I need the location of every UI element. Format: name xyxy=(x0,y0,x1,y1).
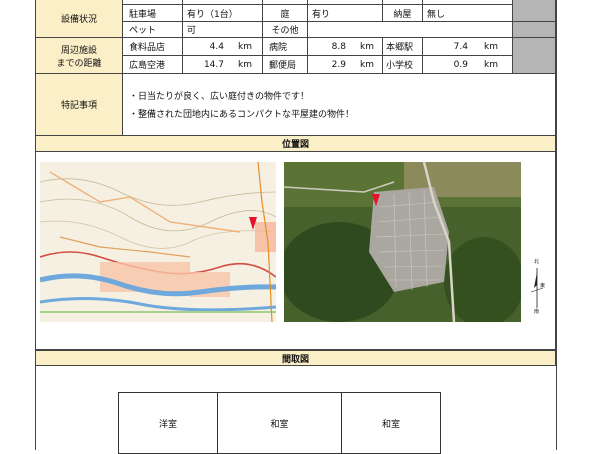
facility-distance: 14.7 xyxy=(203,59,224,70)
room-japanese: 和室 xyxy=(217,392,342,454)
nearby-header: 周辺施設 までの距離 xyxy=(36,38,123,74)
room-label: 和室 xyxy=(381,419,400,430)
floorplan-title: 間取図 xyxy=(281,354,309,365)
facility-distance-cell: 0.9 km xyxy=(423,56,513,74)
facility-unit: km xyxy=(360,41,374,52)
facility-distance-cell: 2.9 km xyxy=(308,56,383,74)
compass-south: 南 xyxy=(534,309,540,315)
remark-item: ・整備された団地内にあるコンパクトな平屋建の物件！ xyxy=(129,110,355,120)
remarks-header: 特記事項 xyxy=(36,74,123,136)
facility-name: 食料品店 xyxy=(129,43,166,53)
nearby-label-2: までの距離 xyxy=(56,58,102,69)
parking-value: 有り（1台） xyxy=(187,9,238,20)
other-label: その他 xyxy=(271,26,299,36)
garden-label-cell: 庭 xyxy=(263,5,308,22)
garden-value-cell: 有り xyxy=(308,5,383,22)
facility-name: 病院 xyxy=(269,43,288,53)
room-japanese: 和室 xyxy=(341,392,441,454)
compass-north: 北 xyxy=(534,259,540,265)
compass-arrow-icon xyxy=(530,268,544,308)
facility-unit: km xyxy=(360,59,374,70)
facility-unit: km xyxy=(238,59,252,70)
nearby-label-1: 周辺施設 xyxy=(60,45,97,56)
shed-value-cell: 無し xyxy=(423,5,513,22)
aerial-photo xyxy=(284,162,521,322)
facility-distance-cell: 14.7 km xyxy=(183,56,263,74)
floorplan-title-bar: 間取図 xyxy=(36,350,556,366)
remarks-body: ・日当たりが良く、広い庭付きの物件です！ ・整備された団地内にあるコンパクトな平… xyxy=(123,74,556,136)
facility-name-cell: 小学校 xyxy=(383,56,423,74)
topographic-map-graphic xyxy=(40,162,276,322)
pet-value: 可 xyxy=(187,26,197,36)
equipment-header: 設備状況 xyxy=(36,0,123,38)
nearby-gray xyxy=(513,38,556,74)
floorplan-body: 洋室 和室 和室 xyxy=(36,366,556,454)
topographic-map xyxy=(40,162,276,322)
equip-gray-b xyxy=(513,22,556,38)
aerial-photo-graphic xyxy=(284,162,521,322)
property-sheet: 設備状況 駐車場 有り（1台） 庭 有り 納屋 無し ペット 可 その他 周辺施… xyxy=(35,0,557,454)
location-title: 位置図 xyxy=(281,140,309,150)
room-label: 洋室 xyxy=(158,419,177,430)
facility-name: 小学校 xyxy=(386,61,414,71)
facility-distance-cell: 4.4 km xyxy=(183,38,263,56)
shed-label-cell: 納屋 xyxy=(383,5,423,22)
parking-value-cell: 有り（1台） xyxy=(183,5,263,22)
equip-gray-a xyxy=(513,0,556,22)
equipment-label: 設備状況 xyxy=(60,15,97,25)
shed-value: 無し xyxy=(427,9,446,20)
facility-name-cell: 食料品店 xyxy=(123,38,183,56)
pet-value-cell: 可 xyxy=(183,22,263,38)
remark-item: ・日当たりが良く、広い庭付きの物件です！ xyxy=(129,92,310,102)
other-label-cell: その他 xyxy=(263,22,308,38)
room-western: 洋室 xyxy=(118,392,218,454)
garden-label: 庭 xyxy=(280,9,290,20)
facility-name-cell: 広島空港 xyxy=(123,56,183,74)
location-title-bar: 位置図 xyxy=(36,136,556,152)
facility-unit: km xyxy=(484,59,498,70)
garden-value: 有り xyxy=(312,9,331,20)
facility-name-cell: 郵便局 xyxy=(263,56,308,74)
other-value-cell xyxy=(308,22,513,38)
facility-distance: 8.8 xyxy=(331,41,346,52)
facility-name: 郵便局 xyxy=(269,61,297,71)
remarks-label: 特記事項 xyxy=(60,101,97,111)
facility-distance-cell: 8.8 km xyxy=(308,38,383,56)
facility-name-cell: 本郷駅 xyxy=(383,38,423,56)
facility-distance: 7.4 xyxy=(453,41,468,52)
facility-name-cell: 病院 xyxy=(263,38,308,56)
facility-unit: km xyxy=(484,41,498,52)
pet-label-cell: ペット xyxy=(123,22,183,38)
parking-label-cell: 駐車場 xyxy=(123,5,183,22)
room-label: 和室 xyxy=(270,419,289,430)
parking-label: 駐車場 xyxy=(129,9,157,20)
facility-distance: 2.9 xyxy=(331,59,346,70)
pet-label: ペット xyxy=(129,26,157,36)
facility-name: 広島空港 xyxy=(129,61,166,71)
facility-unit: km xyxy=(238,41,252,52)
facility-distance: 0.9 xyxy=(453,59,468,70)
facility-distance: 4.4 xyxy=(209,41,224,52)
facility-distance-cell: 7.4 km xyxy=(423,38,513,56)
compass: 北 東 南 xyxy=(526,258,550,318)
shed-label: 納屋 xyxy=(393,9,412,20)
facility-name: 本郷駅 xyxy=(386,43,414,53)
